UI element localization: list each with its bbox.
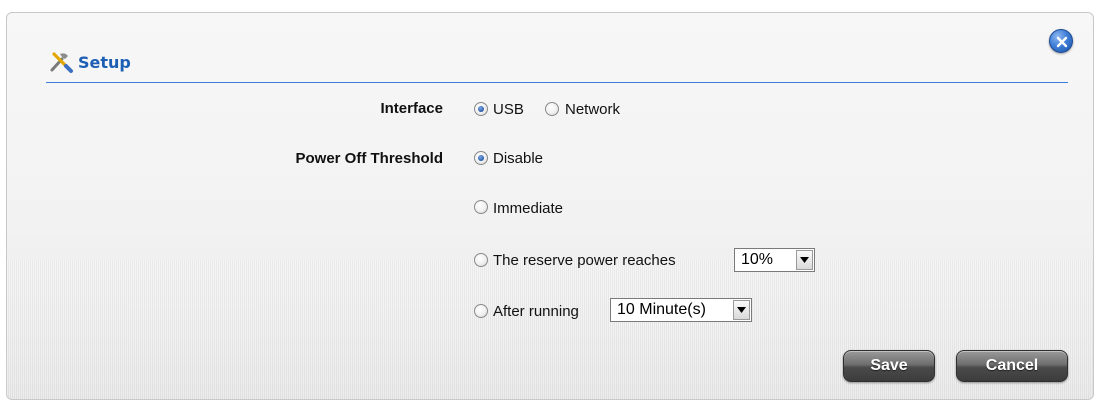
chevron-down-icon <box>800 257 809 263</box>
chevron-down-icon <box>737 307 746 313</box>
close-icon <box>1056 36 1068 48</box>
reserve-power-value: 10% <box>741 251 774 268</box>
threshold-after-running-radio[interactable] <box>474 304 488 318</box>
threshold-reserve-label[interactable]: The reserve power reaches <box>493 252 676 269</box>
threshold-reserve-radio[interactable] <box>474 253 488 267</box>
power-off-threshold-label: Power Off Threshold <box>295 150 443 167</box>
interface-usb-radio[interactable] <box>474 102 488 116</box>
dialog-title: Setup <box>78 53 131 72</box>
after-running-dropdown-button[interactable] <box>733 300 750 320</box>
reserve-power-select[interactable]: 10% <box>734 248 815 272</box>
after-running-value: 10 Minute(s) <box>617 301 706 318</box>
interface-usb-label[interactable]: USB <box>493 101 524 118</box>
threshold-immediate-radio[interactable] <box>474 200 488 214</box>
dialog-header: Setup <box>46 48 1068 83</box>
interface-network-label[interactable]: Network <box>565 101 620 118</box>
threshold-immediate-label[interactable]: Immediate <box>493 200 563 217</box>
after-running-select[interactable]: 10 Minute(s) <box>610 298 752 322</box>
reserve-dropdown-button[interactable] <box>796 250 813 270</box>
interface-network-radio[interactable] <box>545 102 559 116</box>
interface-label: Interface <box>380 100 443 117</box>
threshold-disable-radio[interactable] <box>474 151 488 165</box>
cancel-button[interactable]: Cancel <box>956 350 1068 382</box>
tools-icon <box>50 52 73 73</box>
save-button[interactable]: Save <box>843 350 935 382</box>
threshold-disable-label[interactable]: Disable <box>493 150 543 167</box>
threshold-after-running-label[interactable]: After running <box>493 303 579 320</box>
